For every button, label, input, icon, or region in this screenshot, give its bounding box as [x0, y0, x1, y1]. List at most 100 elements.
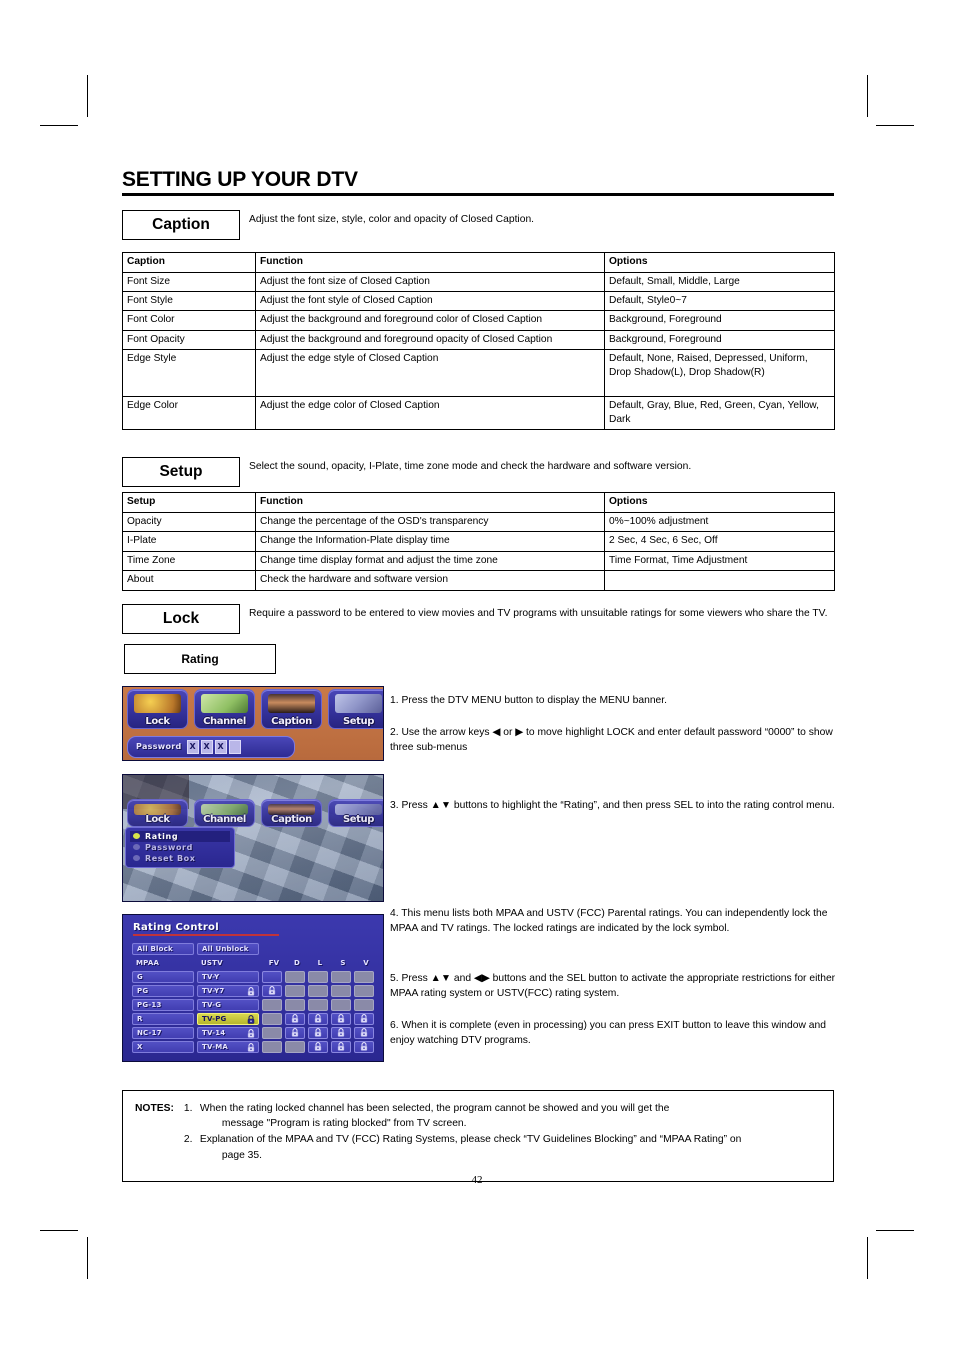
- content-flag-d-tv-y[interactable]: [285, 970, 305, 983]
- content-flag-l-tv-14[interactable]: [308, 1026, 328, 1039]
- osd-tab-label: Setup: [342, 813, 375, 825]
- osd-tab-setup[interactable]: Setup: [328, 798, 383, 827]
- content-flag-v-tv-pg[interactable]: [354, 1012, 374, 1025]
- page-number: 42: [471, 1174, 483, 1186]
- content-flag-s-tv-y[interactable]: [331, 970, 351, 983]
- mpaa-rating-pg-13[interactable]: PG-13: [132, 998, 194, 1011]
- ustv-column-header: USTV: [201, 958, 223, 967]
- mpaa-rating-r[interactable]: R: [132, 1012, 194, 1025]
- all-unblock-button[interactable]: All Unblock: [197, 942, 259, 955]
- channel-grid-icon: [201, 693, 248, 713]
- content-flag-fv-tv-y[interactable]: [262, 970, 282, 983]
- submenu-item-password[interactable]: Password: [130, 842, 230, 853]
- content-flag-d-tv-g[interactable]: [285, 998, 305, 1011]
- password-digit[interactable]: X: [200, 739, 213, 754]
- password-digit[interactable]: X: [214, 739, 227, 754]
- mpaa-rating-g[interactable]: G: [132, 970, 194, 983]
- content-flag-fv-tv-14[interactable]: [262, 1026, 282, 1039]
- osd-tab-setup[interactable]: Setup: [328, 688, 383, 729]
- ustv-rating-tv-pg[interactable]: TV-PG: [197, 1012, 259, 1025]
- rating-subsection-header: Rating: [122, 643, 834, 674]
- mpaa-rating-x[interactable]: X: [132, 1040, 194, 1053]
- submenu-item-reset-box[interactable]: Reset Box: [130, 853, 230, 864]
- setup-cell: 0%~100% adjustment: [604, 511, 835, 533]
- caption-cell: Background, Foreground: [604, 329, 835, 351]
- content-flag-fv-tv-ma[interactable]: [262, 1040, 282, 1053]
- note-line: message "Program is rating blocked" from…: [221, 1117, 467, 1129]
- content-flag-fv-tv-pg[interactable]: [262, 1012, 282, 1025]
- submenu-item-rating[interactable]: Rating: [130, 830, 230, 842]
- content-flag-s-tv-pg[interactable]: [331, 1012, 351, 1025]
- rating-row: PG-13 TV-G: [132, 998, 376, 1011]
- content-flag-v-tv-y[interactable]: [354, 970, 374, 983]
- content-flag-fv-tv-g[interactable]: [262, 998, 282, 1011]
- password-entry-bar[interactable]: Password X X X: [127, 735, 295, 758]
- setup-cell: I-Plate: [122, 531, 256, 552]
- content-flag-s-tv-14[interactable]: [331, 1026, 351, 1039]
- content-flag-l-tv-y[interactable]: [308, 970, 328, 983]
- caption-cell: Adjust the font size of Closed Caption: [255, 271, 605, 293]
- mpaa-rating-nc-17[interactable]: NC-17: [132, 1026, 194, 1039]
- step-1-text: 1. Press the DTV MENU button to display …: [390, 694, 667, 706]
- content-flag-d-tv-y7[interactable]: [285, 984, 305, 997]
- content-flag-l-tv-y7[interactable]: [308, 984, 328, 997]
- osd-tab-caption[interactable]: Caption: [261, 798, 322, 827]
- ustv-rating-tv-y[interactable]: TV-Y: [197, 970, 259, 983]
- lock-icon: [247, 1028, 255, 1038]
- setup-cell: Change the percentage of the OSD's trans…: [255, 511, 605, 533]
- caption-cell: Default, Style0~7: [604, 290, 835, 312]
- osd-tab-lock[interactable]: Lock: [127, 688, 188, 729]
- ustv-rating-tv-ma[interactable]: TV-MA: [197, 1040, 259, 1053]
- osd-tab-lock[interactable]: Lock: [127, 798, 188, 827]
- crop-mark-top-right-horizontal: [876, 125, 914, 126]
- content-header-fv: FV: [268, 958, 280, 967]
- tools-icon: [335, 693, 382, 713]
- setup-cell: Time Format, Time Adjustment: [604, 550, 835, 572]
- osd-tab-row: Lock Channel Caption Setup: [127, 798, 383, 827]
- content-flag-d-tv-14[interactable]: [285, 1026, 305, 1039]
- ustv-rating-tv-y7[interactable]: TV-Y7: [197, 984, 259, 997]
- caption-th-0: Caption: [122, 252, 256, 273]
- content-flag-v-tv-ma[interactable]: [354, 1040, 374, 1053]
- list-item: 1. When the rating locked channel has be…: [184, 1101, 741, 1132]
- caption-cell: Font Color: [122, 310, 256, 331]
- content-flag-v-tv-g[interactable]: [354, 998, 374, 1011]
- osd-tab-label: Lock: [145, 715, 170, 727]
- content-flag-fv-tv-y7[interactable]: [262, 984, 282, 997]
- mpaa-rating-pg[interactable]: PG: [132, 984, 194, 997]
- all-block-button[interactable]: All Block: [132, 942, 194, 955]
- content-flag-l-tv-pg[interactable]: [308, 1012, 328, 1025]
- crop-mark-top-left-horizontal: [40, 125, 78, 126]
- crop-mark-bottom-left-horizontal: [40, 1230, 78, 1231]
- content-flag-s-tv-g[interactable]: [331, 998, 351, 1011]
- lock-icon: [360, 1028, 368, 1037]
- lock-icon: [291, 1014, 299, 1023]
- rating-row: G TV-Y: [132, 970, 376, 983]
- table-row: Font Opacity Adjust the background and f…: [122, 329, 835, 351]
- content-flag-s-tv-y7[interactable]: [331, 984, 351, 997]
- content-flag-l-tv-ma[interactable]: [308, 1040, 328, 1053]
- content-flag-d-tv-pg[interactable]: [285, 1012, 305, 1025]
- lock-icon: [247, 1028, 255, 1038]
- screenshot-lock-submenu: Lock Channel Caption Setup Rating Passwo…: [122, 773, 384, 902]
- ustv-rating-tv-g[interactable]: TV-G: [197, 998, 259, 1011]
- content-flag-d-tv-ma[interactable]: [285, 1040, 305, 1053]
- osd-tab-label: Lock: [145, 813, 170, 825]
- password-digit-boxes[interactable]: X X X: [186, 739, 241, 754]
- content-flag-l-tv-g[interactable]: [308, 998, 328, 1011]
- ustv-rating-tv-14[interactable]: TV-14: [197, 1026, 259, 1039]
- content-flag-v-tv-14[interactable]: [354, 1026, 374, 1039]
- setup-cell: 2 Sec, 4 Sec, 6 Sec, Off: [604, 531, 835, 552]
- osd-tab-channel[interactable]: Channel: [194, 688, 255, 729]
- password-digit[interactable]: [228, 739, 241, 754]
- osd-tab-channel[interactable]: Channel: [194, 798, 255, 827]
- lock-label-box: Lock: [122, 603, 240, 634]
- mpaa-column-header: MPAA: [136, 958, 160, 967]
- bullet-icon: [133, 855, 140, 862]
- caption-cell: Default, Gray, Blue, Red, Green, Cyan, Y…: [604, 396, 835, 431]
- content-flag-s-tv-ma[interactable]: [331, 1040, 351, 1053]
- submenu-item-label: Password: [145, 842, 193, 852]
- content-flag-v-tv-y7[interactable]: [354, 984, 374, 997]
- osd-tab-caption[interactable]: Caption: [261, 688, 322, 729]
- password-digit[interactable]: X: [186, 739, 199, 754]
